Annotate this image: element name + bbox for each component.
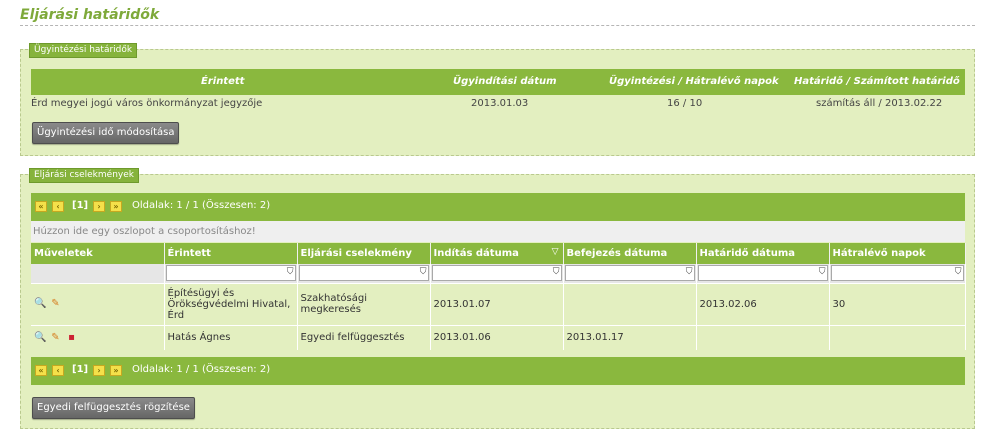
actions-legend: Eljárási cselekmények	[29, 168, 139, 183]
table-row: 🔍 ✎ ▪ Hatás Ágnes Egyedi felfüggesztés 201…	[31, 324, 966, 350]
filter-icon[interactable]: ⛉	[553, 267, 560, 277]
next-page-icon[interactable]: ›	[93, 201, 105, 212]
row-days: 16 / 10	[667, 98, 703, 109]
col-start-date[interactable]: Indítás dátuma ▽	[430, 243, 564, 264]
header-deadline: Határidő / Számított határidő	[794, 76, 960, 87]
next-page-icon[interactable]: ›	[93, 365, 105, 376]
pager-info: Oldalak: 1 / 1 (Összesen: 2)	[132, 200, 271, 211]
deadlines-legend: Ügyintézési határidők	[29, 43, 138, 58]
deadlines-row: Érd megyei jogú város önkormányzat jegyz…	[31, 95, 965, 113]
sort-desc-icon[interactable]: ▽	[552, 247, 559, 257]
last-page-icon[interactable]: »	[110, 201, 122, 212]
last-page-icon[interactable]: »	[110, 365, 122, 376]
filter-remaining-input[interactable]	[831, 266, 963, 281]
filter-icon[interactable]: ⛉	[955, 267, 962, 277]
pencil-icon[interactable]: ✎	[50, 332, 61, 343]
col-deadline-date[interactable]: Határidő dátuma	[696, 243, 830, 264]
filter-icon[interactable]: ⛉	[686, 267, 693, 277]
col-operations[interactable]: Műveletek	[31, 243, 165, 264]
filter-end-input[interactable]	[565, 266, 694, 281]
cell-remaining	[829, 324, 966, 350]
page-title: Eljárási határidők	[20, 7, 160, 23]
magnifier-icon[interactable]: 🔍	[34, 298, 46, 309]
actions-table: Műveletek Érintett Eljárási cselekmény I…	[31, 243, 966, 350]
magnifier-icon[interactable]: 🔍	[34, 332, 46, 343]
row-start-date: 2013.01.03	[471, 98, 529, 109]
current-page[interactable]: [1]	[72, 200, 88, 211]
pager-top: « ‹ [1] › » Oldalak: 1 / 1 (Összesen: 2)	[31, 193, 965, 221]
cell-action: Egyedi felfüggesztés	[297, 324, 431, 350]
cell-deadline: 2013.02.06	[696, 282, 830, 325]
cell-remaining: 30	[829, 282, 966, 325]
filter-action-input[interactable]	[299, 266, 428, 281]
cell-start: 2013.01.07	[430, 282, 564, 325]
header-start-date: Ügyindítási dátum	[453, 76, 557, 87]
row-actions: 🔍 ✎	[31, 282, 165, 325]
deadlines-panel: Ügyintézési határidők Érintett Ügyindítá…	[20, 43, 975, 156]
delete-icon[interactable]: ▪	[66, 332, 77, 343]
prev-page-icon[interactable]: ‹	[52, 201, 64, 212]
cell-deadline	[696, 324, 830, 350]
filter-deadline-input[interactable]	[698, 266, 827, 281]
filter-icon[interactable]: ⛉	[420, 267, 427, 277]
cell-affected: Építésügyi és Örökségvédelmi Hivatal, Ér…	[164, 282, 298, 325]
header-affected: Érintett	[201, 76, 245, 87]
row-actions: 🔍 ✎ ▪	[31, 324, 165, 350]
filter-start-input[interactable]	[432, 266, 561, 281]
group-by-drop-area[interactable]: Húzzon ide egy oszlopot a csoportosításh…	[31, 221, 965, 242]
actions-panel: Eljárási cselekmények « ‹ [1] › » Oldala…	[20, 168, 975, 429]
cell-action: Szakhatósági megkeresés	[297, 282, 431, 325]
first-page-icon[interactable]: «	[35, 201, 47, 212]
pager-info: Oldalak: 1 / 1 (Összesen: 2)	[132, 364, 271, 375]
table-row: 🔍 ✎ Építésügyi és Örökségvédelmi Hivatal,…	[31, 282, 966, 325]
filter-affected-input[interactable]	[166, 266, 295, 281]
record-suspension-button[interactable]: Egyedi felfüggesztés rögzítése	[32, 397, 195, 419]
pencil-icon[interactable]: ✎	[50, 298, 61, 309]
first-page-icon[interactable]: «	[35, 365, 47, 376]
cell-start: 2013.01.06	[430, 324, 564, 350]
filter-icon[interactable]: ⛉	[287, 267, 294, 277]
col-affected[interactable]: Érintett	[164, 243, 298, 264]
title-divider	[20, 25, 975, 26]
modify-processing-time-button[interactable]: Ügyintézési idő módosítása	[32, 122, 180, 144]
filter-cell-operations	[31, 264, 165, 283]
cell-affected: Hatás Ágnes	[164, 324, 298, 350]
current-page[interactable]: [1]	[72, 364, 88, 375]
filter-row: ⛉ ⛉ ⛉ ⛉ ⛉ ⛉	[31, 264, 966, 283]
row-affected: Érd megyei jogú város önkormányzat jegyz…	[31, 98, 263, 109]
col-action[interactable]: Eljárási cselekmény	[297, 243, 431, 264]
cell-end: 2013.01.17	[563, 324, 697, 350]
col-end-date[interactable]: Befejezés dátuma	[563, 243, 697, 264]
row-deadline: számítás áll / 2013.02.22	[816, 98, 943, 109]
col-remaining-days[interactable]: Hátralévő napok	[829, 243, 966, 264]
header-days: Ügyintézési / Hátralévő napok	[609, 76, 779, 87]
deadlines-header: Érintett Ügyindítási dátum Ügyintézési /…	[31, 69, 965, 95]
prev-page-icon[interactable]: ‹	[52, 365, 64, 376]
pager-bottom: « ‹ [1] › » Oldalak: 1 / 1 (Összesen: 2)	[31, 357, 965, 385]
cell-end	[563, 282, 697, 325]
filter-icon[interactable]: ⛉	[819, 267, 826, 277]
col-start-date-label: Indítás dátuma	[433, 248, 519, 259]
